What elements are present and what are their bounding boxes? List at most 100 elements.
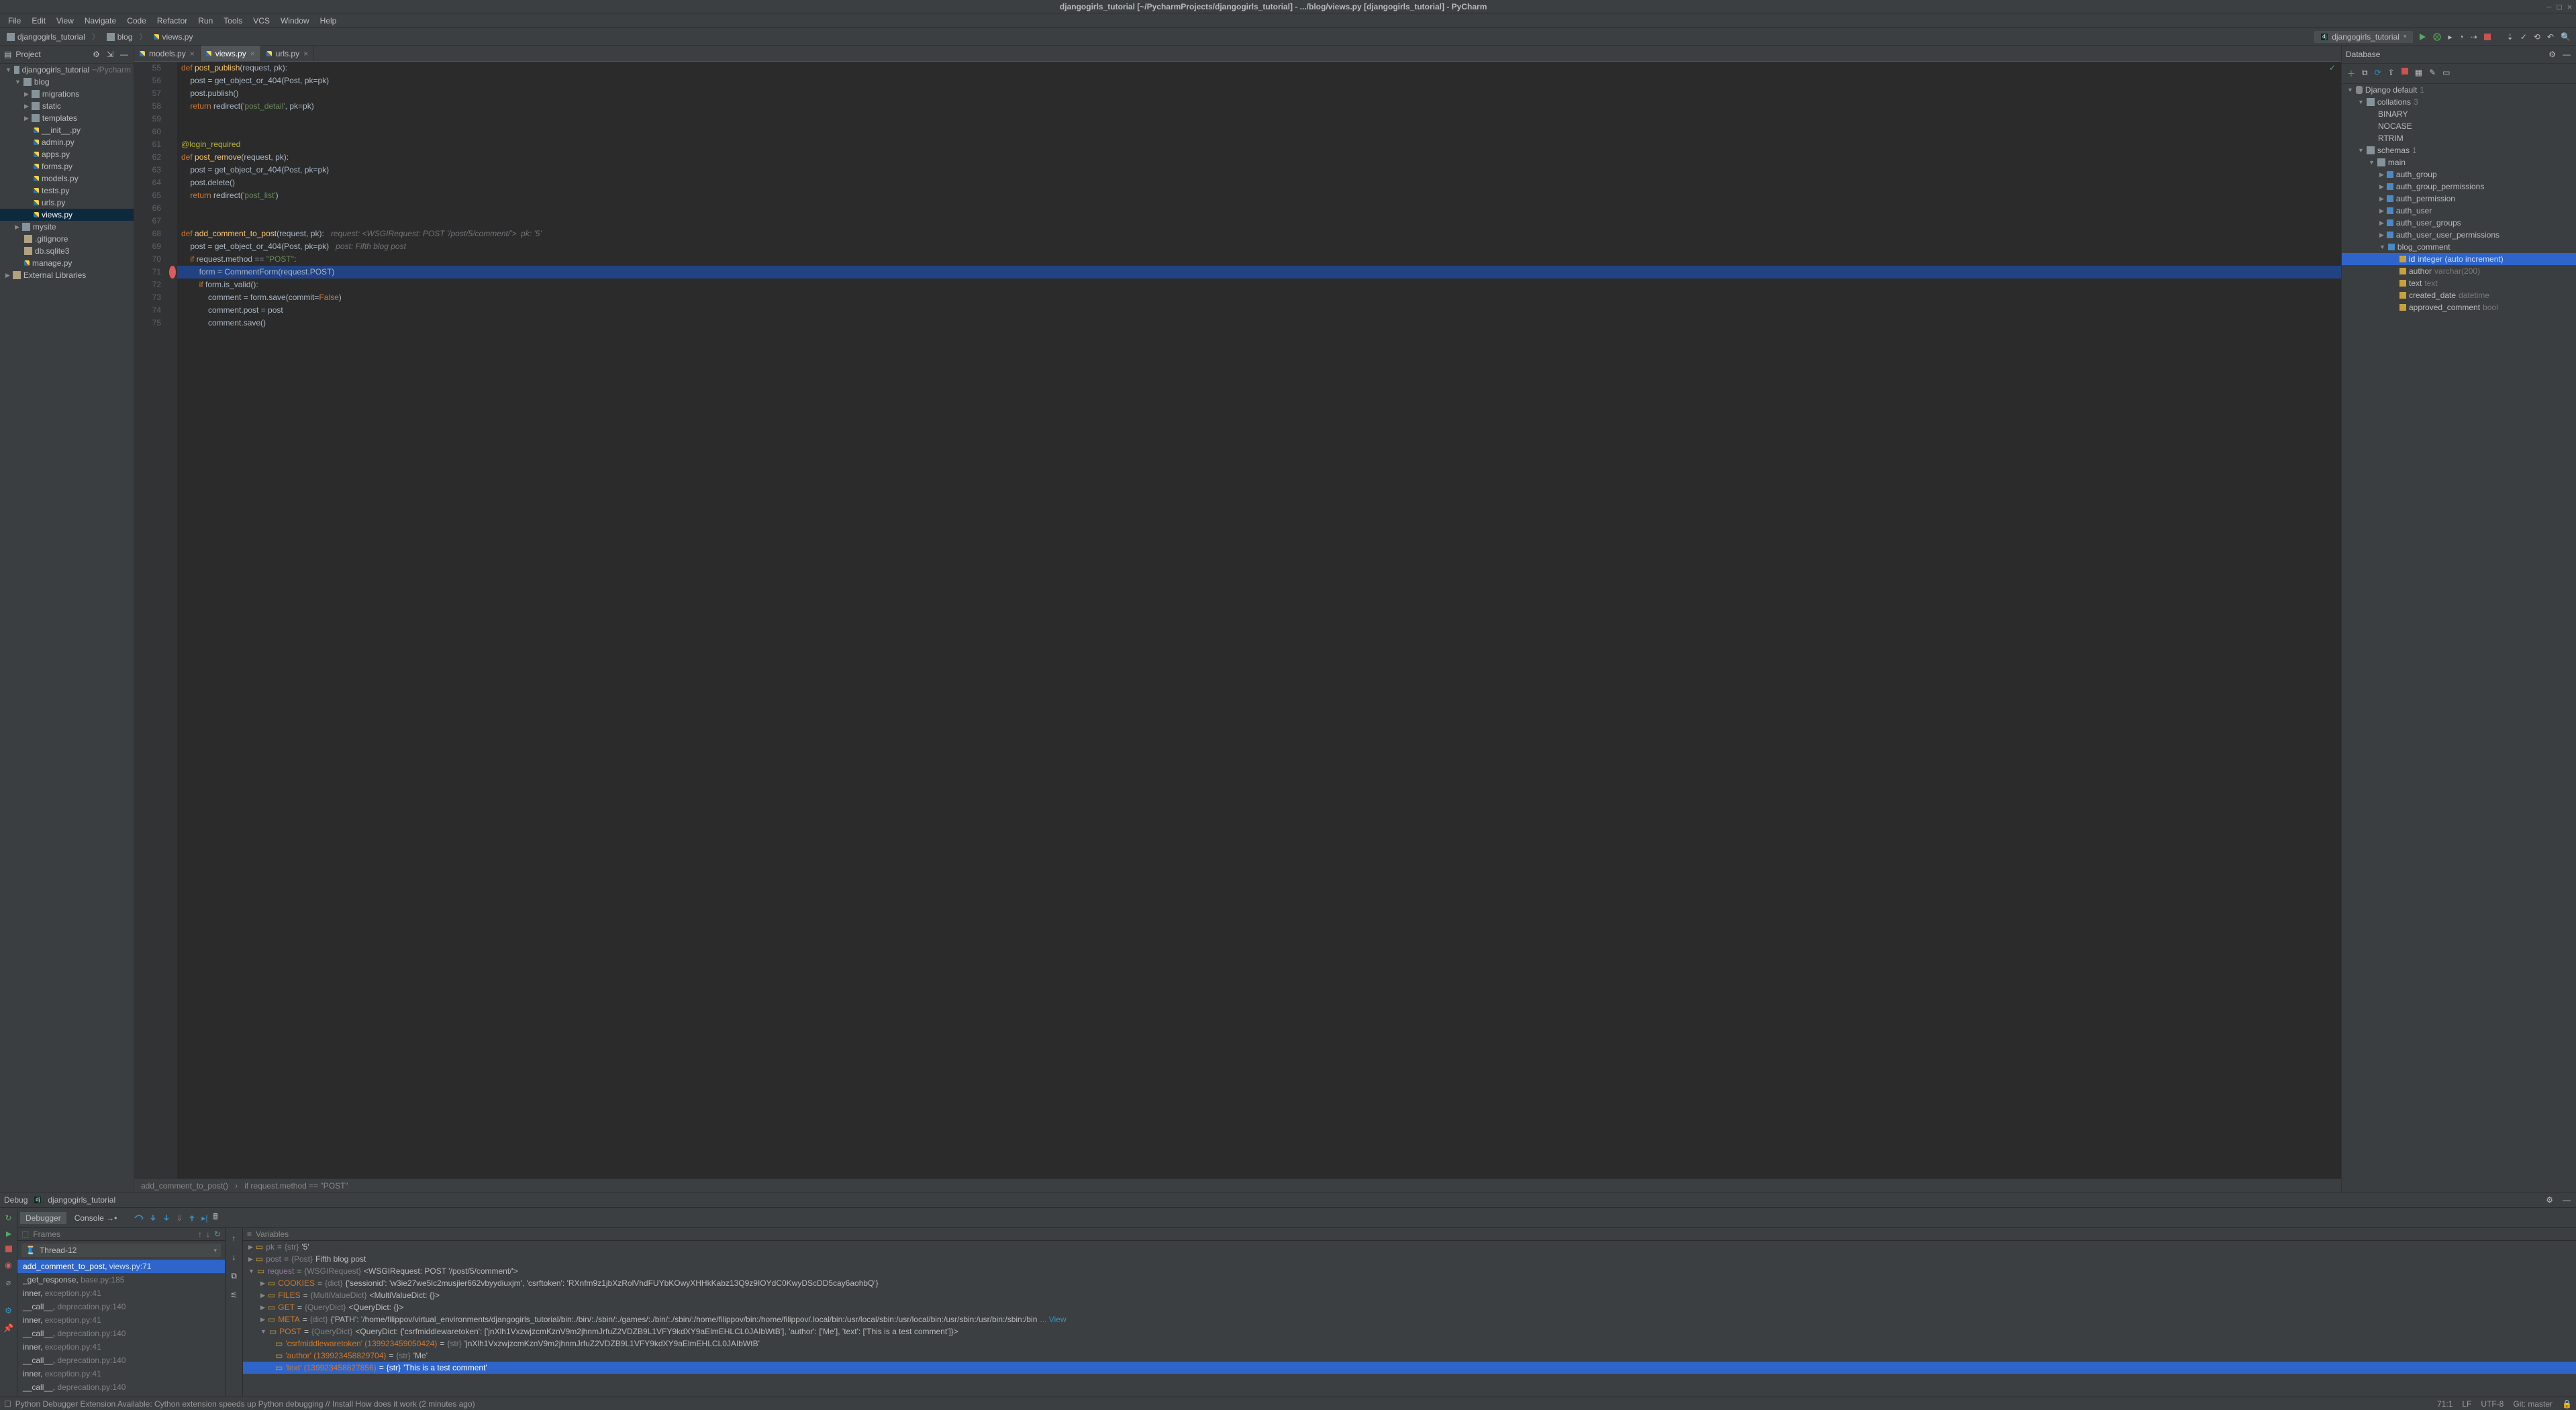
gear-icon[interactable]: ⚙ bbox=[91, 48, 101, 60]
tab-debugger[interactable]: Debugger bbox=[20, 1212, 66, 1224]
expand-icon[interactable] bbox=[2379, 244, 2385, 250]
debug-icon[interactable] bbox=[2432, 32, 2442, 42]
variable-row[interactable]: ▭ pk = {str} '5' bbox=[243, 1241, 2576, 1253]
expand-icon[interactable] bbox=[15, 79, 21, 85]
tree-item[interactable]: tests.py bbox=[0, 185, 134, 197]
mute-breakpoints-icon[interactable]: ⌀ bbox=[5, 1276, 12, 1289]
console-icon[interactable]: ▭ bbox=[2441, 66, 2451, 81]
duplicate-icon[interactable]: ⧉ bbox=[2361, 66, 2369, 81]
menu-run[interactable]: Run bbox=[194, 15, 217, 27]
stack-frame[interactable]: __call__, deprecation.py:140 bbox=[17, 1354, 225, 1367]
vcs-update-icon[interactable]: ⇣ bbox=[2506, 31, 2515, 43]
copy-icon[interactable]: ⧉ bbox=[230, 1270, 238, 1282]
nav-down-icon[interactable]: ↓ bbox=[231, 1251, 238, 1263]
tree-item[interactable]: forms.py bbox=[0, 160, 134, 172]
expand-icon[interactable] bbox=[260, 1304, 265, 1311]
hide-icon[interactable]: — bbox=[119, 48, 130, 60]
tree-item[interactable]: models.py bbox=[0, 172, 134, 185]
stop-icon[interactable] bbox=[2400, 66, 2410, 81]
expand-icon[interactable] bbox=[248, 1268, 254, 1274]
vcs-commit-icon[interactable]: ✓ bbox=[2519, 31, 2528, 43]
filter-icon[interactable]: ⚟ bbox=[229, 1289, 239, 1301]
expand-icon[interactable] bbox=[2347, 87, 2353, 93]
stop-icon[interactable] bbox=[4, 1244, 13, 1254]
db-tree-item[interactable]: NOCASE bbox=[2342, 120, 2576, 132]
db-tree-item[interactable]: schemas 1 bbox=[2342, 144, 2576, 156]
expand-icon[interactable] bbox=[260, 1292, 265, 1299]
tree-item[interactable]: migrations bbox=[0, 88, 134, 100]
variable-row[interactable]: ▭ 'text' (139923458827856) = {str} 'This… bbox=[243, 1362, 2576, 1374]
db-tree-item[interactable]: collations 3 bbox=[2342, 96, 2576, 108]
step-into-my-icon[interactable] bbox=[161, 1213, 172, 1223]
stop-icon[interactable] bbox=[2483, 32, 2492, 42]
lock-icon[interactable]: 🔒 bbox=[2562, 1399, 2572, 1409]
expand-icon[interactable] bbox=[24, 115, 29, 122]
stack-frame[interactable]: inner, exception.py:41 bbox=[17, 1367, 225, 1380]
expand-icon[interactable] bbox=[2358, 99, 2364, 105]
variable-row[interactable]: ▭ post = {Post} Fifth blog post bbox=[243, 1253, 2576, 1265]
expand-icon[interactable] bbox=[2379, 183, 2384, 191]
menu-navigate[interactable]: Navigate bbox=[81, 15, 120, 27]
vcs-revert-icon[interactable]: ↶ bbox=[2546, 31, 2555, 43]
db-tree-item[interactable]: auth_group bbox=[2342, 168, 2576, 181]
editor-tab[interactable]: views.py× bbox=[201, 46, 261, 61]
status-message[interactable]: Python Debugger Extension Available: Cyt… bbox=[15, 1399, 475, 1409]
minimize-icon[interactable]: – bbox=[2546, 2, 2551, 11]
close-tab-icon[interactable]: × bbox=[250, 49, 255, 58]
search-icon[interactable]: 🔍 bbox=[2559, 31, 2572, 43]
settings-icon[interactable]: ⚙ bbox=[3, 1305, 13, 1317]
maximize-icon[interactable]: □ bbox=[2557, 2, 2562, 11]
upload-icon[interactable]: ⇧ bbox=[2387, 66, 2396, 81]
next-frame-icon[interactable]: ↓ bbox=[206, 1229, 210, 1239]
tree-item[interactable]: static bbox=[0, 100, 134, 112]
step-into-icon[interactable] bbox=[148, 1213, 158, 1223]
menu-tools[interactable]: Tools bbox=[219, 15, 246, 27]
table-icon[interactable]: ▦ bbox=[2414, 66, 2424, 81]
expand-icon[interactable] bbox=[2369, 159, 2375, 166]
stack-frame[interactable]: inner, exception.py:41 bbox=[17, 1340, 225, 1354]
db-tree-item[interactable]: blog_comment bbox=[2342, 241, 2576, 253]
tree-item[interactable]: __init__.py bbox=[0, 124, 134, 136]
db-tree-item[interactable]: auth_user_groups bbox=[2342, 217, 2576, 229]
editor-tab[interactable]: models.py× bbox=[134, 46, 201, 61]
nav-up-icon[interactable]: ↑ bbox=[231, 1232, 238, 1244]
breadcrumb-item[interactable]: blog bbox=[104, 31, 136, 43]
db-tree-item[interactable]: author varchar(200) bbox=[2342, 265, 2576, 277]
menu-help[interactable]: Help bbox=[316, 15, 341, 27]
expand-icon[interactable] bbox=[5, 272, 10, 279]
step-out-icon[interactable] bbox=[187, 1213, 197, 1223]
attach-icon[interactable]: ⇢ bbox=[2469, 31, 2479, 43]
expand-icon[interactable] bbox=[24, 103, 29, 110]
stack-frame[interactable]: add_comment_to_post, views.py:71 bbox=[17, 1260, 225, 1273]
breadcrumb-item[interactable]: add_comment_to_post() bbox=[141, 1181, 228, 1191]
tree-item[interactable]: External Libraries bbox=[0, 269, 134, 281]
run-config-selector[interactable]: dj djangogirls_tutorial ▾ bbox=[2314, 31, 2413, 43]
expand-icon[interactable] bbox=[260, 1280, 265, 1287]
tree-item[interactable]: blog bbox=[0, 76, 134, 88]
expand-icon[interactable] bbox=[2358, 147, 2364, 154]
tree-item[interactable]: templates bbox=[0, 112, 134, 124]
db-tree-item[interactable]: auth_group_permissions bbox=[2342, 181, 2576, 193]
force-step-into-icon[interactable]: ⇓ bbox=[175, 1212, 184, 1224]
tree-item[interactable]: urls.py bbox=[0, 197, 134, 209]
git-branch[interactable]: Git: master bbox=[2513, 1399, 2553, 1409]
tree-item[interactable]: mysite bbox=[0, 221, 134, 233]
db-tree-item[interactable]: BINARY bbox=[2342, 108, 2576, 120]
close-icon[interactable]: ✕ bbox=[2567, 2, 2572, 11]
stack-frame[interactable]: inner, exception.py:41 bbox=[17, 1313, 225, 1327]
run-icon[interactable] bbox=[2417, 32, 2428, 42]
expand-icon[interactable] bbox=[260, 1328, 266, 1335]
db-tree-item[interactable]: auth_user bbox=[2342, 205, 2576, 217]
menu-refactor[interactable]: Refactor bbox=[153, 15, 191, 27]
tree-item[interactable]: views.py bbox=[0, 209, 134, 221]
editor-tab[interactable]: urls.py× bbox=[261, 46, 314, 61]
hide-icon[interactable]: — bbox=[2561, 48, 2572, 60]
close-tab-icon[interactable]: × bbox=[190, 49, 195, 58]
db-tree-item[interactable]: id integer (auto increment) bbox=[2342, 253, 2576, 265]
prev-frame-icon[interactable]: ↑ bbox=[198, 1229, 202, 1239]
evaluate-icon[interactable]: 🖩 bbox=[212, 1209, 219, 1226]
expand-icon[interactable] bbox=[2379, 207, 2384, 215]
db-tree-item[interactable]: auth_permission bbox=[2342, 193, 2576, 205]
file-encoding[interactable]: UTF-8 bbox=[2481, 1399, 2504, 1409]
breadcrumb-item[interactable]: views.py bbox=[151, 31, 195, 43]
